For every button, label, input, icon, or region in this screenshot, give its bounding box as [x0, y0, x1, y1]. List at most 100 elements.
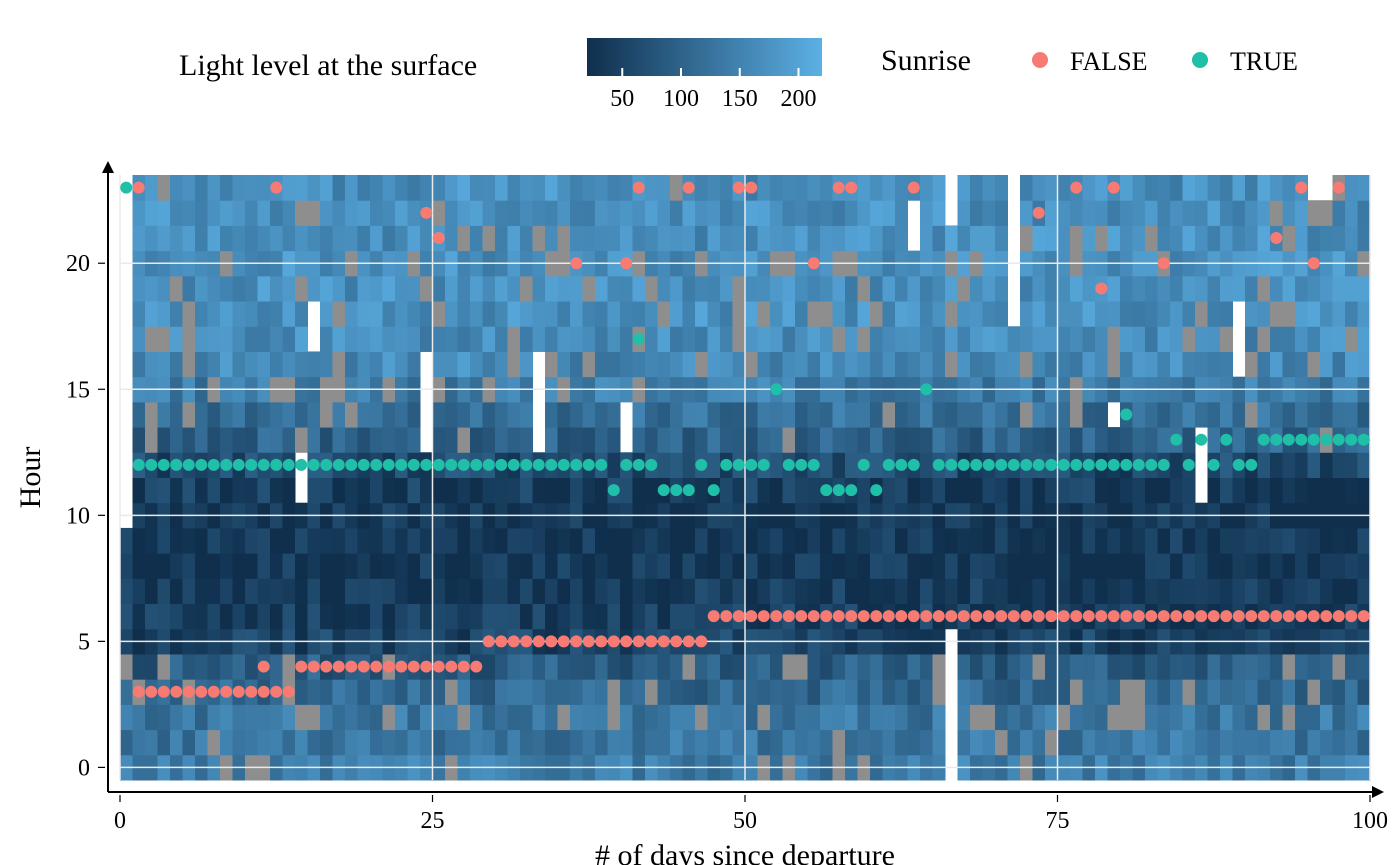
point-sunrise-false	[1233, 610, 1245, 622]
heatmap-cell	[1208, 478, 1221, 504]
heatmap-cell	[1070, 704, 1083, 730]
heatmap-cell	[283, 578, 296, 604]
heatmap-cell	[783, 301, 796, 327]
heatmap-cell	[720, 200, 733, 226]
heatmap-cell	[1358, 578, 1371, 604]
point-sunrise-false	[970, 610, 982, 622]
point-sunrise-false	[433, 232, 445, 244]
heatmap-cell	[708, 326, 721, 352]
heatmap-cell	[1283, 452, 1296, 478]
heatmap-cell	[358, 528, 371, 554]
heatmap-cell	[1033, 351, 1046, 377]
point-sunrise-false	[145, 686, 157, 698]
heatmap-cell	[333, 679, 346, 705]
heatmap-cell	[445, 427, 458, 453]
heatmap-cell	[783, 351, 796, 377]
heatmap-cell	[745, 225, 758, 251]
heatmap-cell	[745, 427, 758, 453]
heatmap-cell	[895, 679, 908, 705]
heatmap-cell	[733, 553, 746, 579]
heatmap-cell	[933, 528, 946, 554]
point-sunrise-false	[908, 182, 920, 194]
point-sunrise-true	[383, 459, 395, 471]
point-sunrise-true	[708, 484, 720, 496]
point-sunrise-false	[983, 610, 995, 622]
heatmap-cell	[608, 452, 621, 478]
point-sunrise-false	[1008, 610, 1020, 622]
heatmap-cell	[870, 730, 883, 756]
heatmap-cell	[283, 654, 296, 680]
heatmap-cell	[283, 225, 296, 251]
heatmap-cell	[933, 478, 946, 504]
heatmap-cell	[833, 730, 846, 756]
heatmap-cell	[1083, 553, 1096, 579]
heatmap-cell	[695, 175, 708, 201]
heatmap-cell	[1308, 704, 1321, 730]
point-sunrise-true	[1133, 459, 1145, 471]
heatmap-cell	[1133, 276, 1146, 302]
point-sunrise-true	[595, 459, 607, 471]
heatmap-cell	[333, 604, 346, 630]
heatmap-cell	[1145, 679, 1158, 705]
heatmap-cell	[258, 427, 271, 453]
heatmap-cell	[1270, 276, 1283, 302]
heatmap-cell	[170, 326, 183, 352]
heatmap-cell	[395, 301, 408, 327]
heatmap-cell	[1220, 679, 1233, 705]
heatmap-cell	[433, 528, 446, 554]
heatmap-cell	[520, 301, 533, 327]
heatmap-cell	[1095, 175, 1108, 201]
point-sunrise-false	[558, 635, 570, 647]
heatmap-cell	[1183, 730, 1196, 756]
heatmap-cell	[983, 200, 996, 226]
heatmap-cell	[183, 402, 196, 428]
heatmap-cell	[483, 654, 496, 680]
heatmap-cell	[170, 478, 183, 504]
heatmap-cell	[1070, 200, 1083, 226]
heatmap-cell	[883, 478, 896, 504]
point-sunrise-true	[1245, 459, 1257, 471]
heatmap-cell	[333, 175, 346, 201]
heatmap-cell	[358, 225, 371, 251]
point-sunrise-false	[1095, 610, 1107, 622]
heatmap-cell	[833, 427, 846, 453]
point-sunrise-false	[770, 610, 782, 622]
point-sunrise-false	[408, 661, 420, 673]
heatmap-cell	[333, 402, 346, 428]
heatmap-cell	[1270, 704, 1283, 730]
heatmap-cell	[1270, 351, 1283, 377]
heatmap-cell	[245, 478, 258, 504]
heatmap-cell	[1070, 301, 1083, 327]
heatmap-cell	[1358, 200, 1371, 226]
heatmap-cell	[695, 326, 708, 352]
heatmap-cell	[1020, 679, 1033, 705]
heatmap-cell	[720, 654, 733, 680]
heatmap-cell	[508, 704, 521, 730]
heatmap-cell	[1170, 200, 1183, 226]
heatmap-cell	[470, 604, 483, 630]
heatmap-cell	[395, 578, 408, 604]
heatmap-cell	[233, 553, 246, 579]
heatmap-cell	[870, 704, 883, 730]
heatmap-cell	[1033, 175, 1046, 201]
heatmap-cell	[1158, 730, 1171, 756]
point-sunrise-true	[633, 333, 645, 345]
heatmap-cell	[1270, 654, 1283, 680]
heatmap-cell	[208, 654, 221, 680]
heatmap-cell	[1020, 578, 1033, 604]
heatmap-cell	[408, 276, 421, 302]
point-sunrise-false	[295, 661, 307, 673]
heatmap-cell	[545, 553, 558, 579]
heatmap-cell	[420, 478, 433, 504]
heatmap-cell	[608, 578, 621, 604]
heatmap-cell	[908, 578, 921, 604]
heatmap-cell	[758, 301, 771, 327]
heatmap-cell	[295, 679, 308, 705]
heatmap-cell	[958, 654, 971, 680]
heatmap-cell	[1083, 528, 1096, 554]
heatmap-cell	[270, 326, 283, 352]
heatmap-cell	[658, 175, 671, 201]
heatmap-cell	[1158, 225, 1171, 251]
heatmap-cell	[758, 578, 771, 604]
heatmap-cell	[395, 679, 408, 705]
